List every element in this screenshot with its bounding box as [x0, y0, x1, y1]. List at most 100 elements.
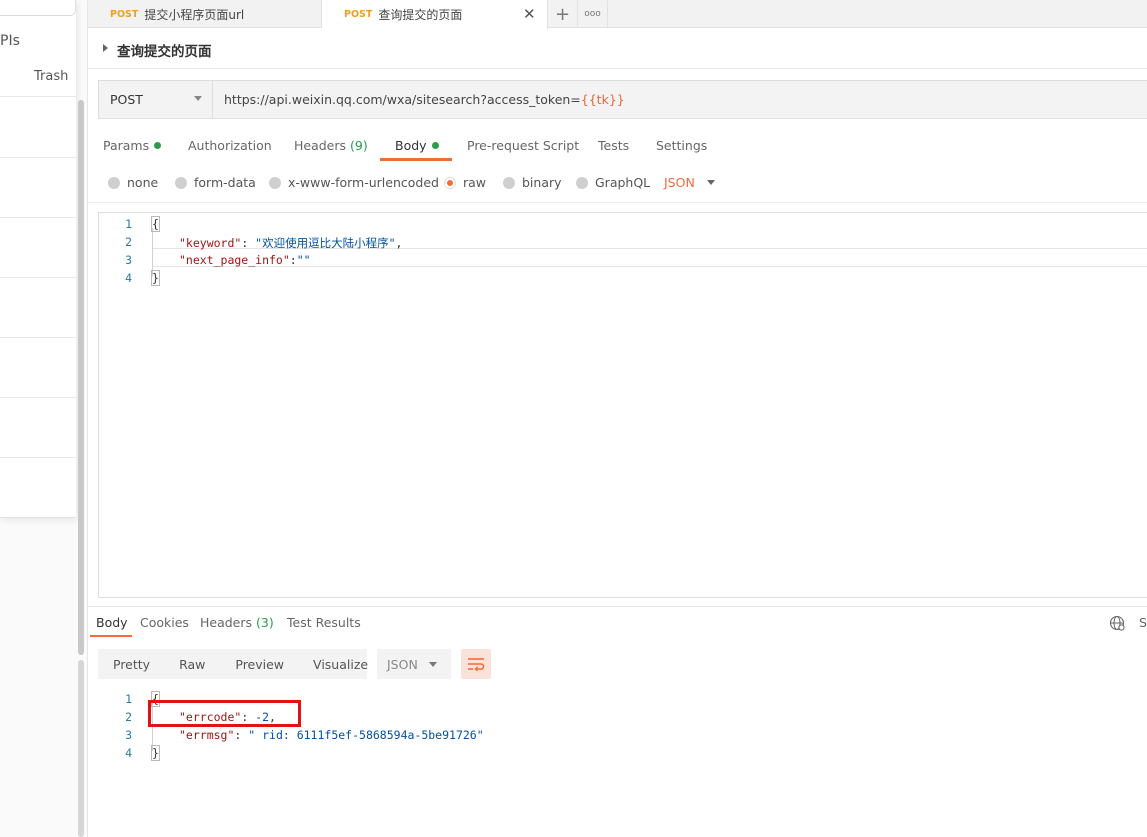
tab-body-label: Body	[395, 138, 427, 153]
tab-authorization[interactable]: Authorization	[188, 138, 272, 153]
response-tab-cookies[interactable]: Cookies	[140, 615, 189, 630]
line-number: 1	[125, 692, 132, 706]
annotation-highlight-box	[148, 700, 301, 727]
radio-none[interactable]: none	[108, 175, 158, 190]
tab-method-badge: POST	[110, 8, 139, 20]
code-brace: {	[151, 216, 160, 232]
sidebar-trash-link[interactable]: Trash	[34, 69, 68, 84]
tab-submit-page-url[interactable]: POST 提交小程序页面url	[88, 0, 322, 28]
response-view-segmented-control: Pretty Raw Preview Visualize	[98, 649, 368, 679]
close-tab-icon[interactable]: ✕	[523, 5, 536, 23]
tab-query-submitted-page[interactable]: POST 查询提交的页面	[322, 0, 548, 29]
radio-label: raw	[463, 175, 487, 190]
json-key: "keyword"	[179, 236, 242, 250]
sidebar-scrollbar-track[interactable]	[78, 660, 84, 837]
line-number: 4	[125, 746, 132, 760]
tab-pre-request-script[interactable]: Pre-request Script	[467, 138, 579, 153]
json-key: "next_page_info"	[179, 253, 290, 267]
sidebar-divider	[0, 217, 76, 218]
json-sep: :	[289, 253, 297, 267]
chevron-down-icon[interactable]	[194, 96, 202, 101]
tab-tests[interactable]: Tests	[598, 138, 629, 153]
body-language-select[interactable]: JSON	[664, 175, 695, 190]
radio-label: binary	[522, 175, 562, 190]
tab-body[interactable]: Body	[395, 138, 439, 153]
tab-params-label: Params	[103, 138, 150, 153]
sidebar-scrollbar[interactable]	[78, 100, 84, 655]
view-preview-button[interactable]: Preview	[235, 657, 284, 672]
line-number: 2	[125, 710, 132, 724]
json-comma: ,	[395, 236, 403, 250]
radio-urlencoded[interactable]: x-www-form-urlencoded	[269, 175, 439, 190]
response-format-select[interactable]: JSON	[377, 649, 451, 679]
radio-label: none	[127, 175, 159, 190]
response-tab-body[interactable]: Body	[96, 615, 128, 630]
radio-circle-icon	[175, 176, 187, 189]
request-body-editor[interactable]	[98, 212, 1147, 598]
more-tabs-button[interactable]: ooo	[578, 0, 608, 28]
response-tab-test-results[interactable]: Test Results	[287, 615, 361, 630]
line-number: 4	[125, 271, 132, 285]
request-title[interactable]: 查询提交的页面	[117, 40, 212, 60]
radio-raw[interactable]: raw	[444, 175, 486, 190]
fold-guide	[152, 228, 156, 276]
radio-circle-icon	[269, 176, 281, 189]
json-sep: :	[234, 728, 249, 742]
wrap-lines-icon	[468, 658, 485, 671]
response-tab-headers[interactable]: Headers (3)	[200, 615, 274, 630]
radio-graphql[interactable]: GraphQL	[576, 175, 650, 190]
code-brace: }	[151, 270, 160, 286]
globe-icon[interactable]	[1109, 615, 1125, 631]
json-value: "欢迎使用逗比大陆小程序"	[255, 236, 396, 250]
expand-caret-icon[interactable]	[103, 44, 108, 52]
tab-params[interactable]: Params	[103, 138, 162, 153]
code-brace: }	[151, 745, 160, 761]
radio-circle-icon	[576, 176, 588, 189]
tab-title: 提交小程序页面url	[144, 7, 245, 22]
sidebar-divider	[0, 397, 76, 398]
json-sep: :	[241, 236, 256, 250]
headers-count: (9)	[350, 138, 368, 153]
body-active-dot-icon	[431, 142, 439, 149]
tab-headers-label: Headers	[294, 138, 347, 153]
sidebar-divider	[0, 157, 76, 158]
view-raw-button[interactable]: Raw	[179, 657, 205, 672]
code-line: "next_page_info":""	[179, 253, 311, 267]
sidebar-divider	[0, 337, 76, 338]
response-headers-count: (3)	[256, 615, 274, 630]
radio-circle-icon	[108, 176, 120, 189]
response-format-value: JSON	[387, 656, 418, 672]
active-tab-underline	[380, 158, 452, 161]
url-text: https://api.weixin.qq.com/wxa/sitesearch…	[224, 92, 581, 107]
radio-form-data[interactable]: form-data	[175, 175, 256, 190]
url-variable: {{tk}}	[580, 92, 625, 107]
tab-title: 查询提交的页面	[378, 8, 463, 22]
sidebar-apis-label[interactable]: PIs	[0, 33, 20, 49]
sidebar-divider	[0, 96, 76, 97]
tab-settings[interactable]: Settings	[656, 138, 707, 153]
json-value: ""	[296, 253, 311, 267]
radio-label: x-www-form-urlencoded	[288, 175, 439, 190]
response-status-truncated: St	[1139, 615, 1147, 630]
view-visualize-button[interactable]: Visualize	[313, 657, 368, 672]
divider	[88, 68, 1147, 69]
chevron-down-icon[interactable]	[707, 180, 715, 185]
url-input[interactable]: https://api.weixin.qq.com/wxa/sitesearch…	[213, 80, 1147, 119]
sidebar-search-box[interactable]	[0, 0, 76, 16]
chevron-down-icon[interactable]	[429, 662, 437, 667]
radio-label: form-data	[194, 175, 256, 190]
tab-method-badge: POST	[344, 9, 373, 20]
view-pretty-button[interactable]: Pretty	[113, 657, 150, 672]
tab-headers[interactable]: Headers (9)	[294, 138, 368, 153]
line-number: 1	[125, 217, 132, 231]
line-number: 2	[125, 235, 132, 249]
radio-selected-icon	[444, 176, 456, 189]
code-line: "errmsg": " rid: 6111f5ef-5868594a-5be91…	[179, 728, 484, 742]
add-tab-button[interactable]: +	[548, 0, 578, 28]
sidebar-divider	[0, 277, 76, 278]
sidebar-divider	[0, 457, 76, 458]
radio-circle-icon	[503, 176, 515, 189]
wrap-lines-button[interactable]	[461, 649, 491, 679]
line-number: 3	[125, 728, 132, 742]
radio-binary[interactable]: binary	[503, 175, 562, 190]
